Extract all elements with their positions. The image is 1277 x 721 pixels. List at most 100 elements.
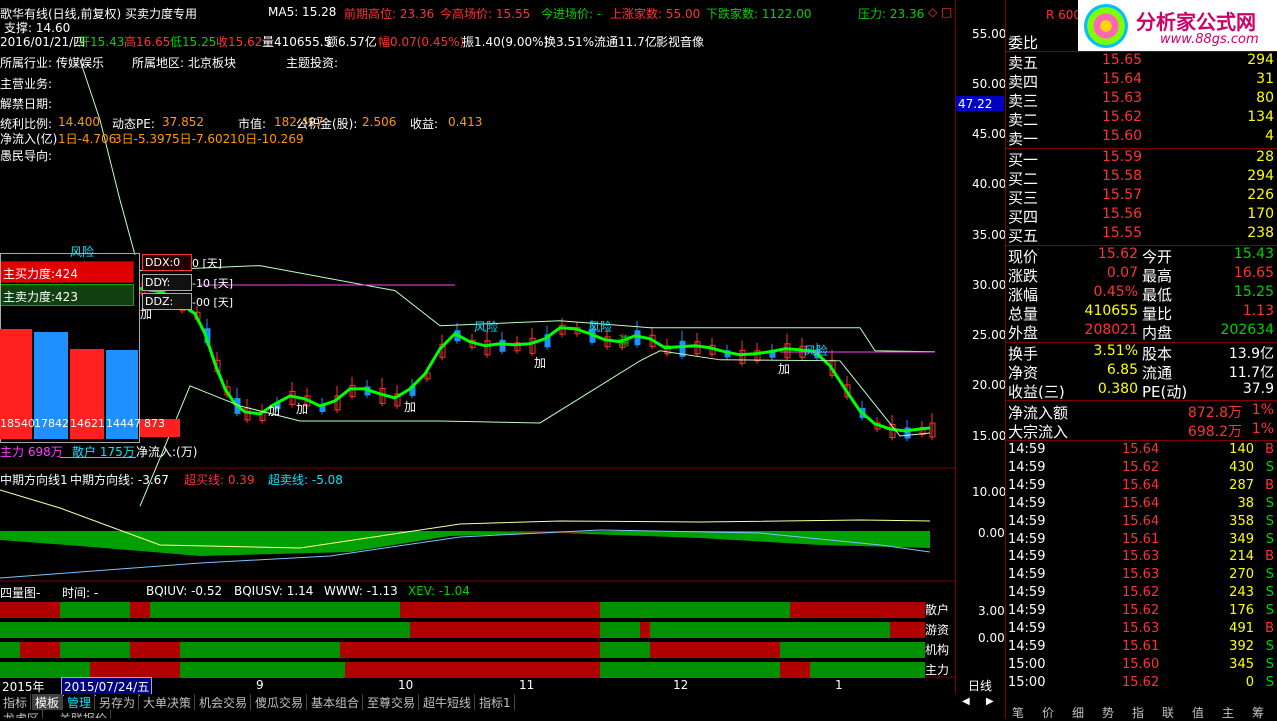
float-cap-value: 流通11.7亿 — [594, 35, 657, 49]
mid-axis-label: 10.00 — [972, 485, 1007, 499]
bottom-tab2-1[interactable]: 关联报价 — [56, 710, 112, 718]
tick-row: 14:59 15.63 491 B — [1006, 621, 1277, 639]
quote-tab-6[interactable]: 值 — [1192, 704, 1204, 721]
book-volume: 134 — [1247, 109, 1274, 125]
quote-tab-4[interactable]: 指 — [1132, 704, 1144, 721]
book-label: 卖五 — [1008, 54, 1039, 72]
book-row[interactable]: 卖二 15.62 134 — [1006, 109, 1277, 129]
tick-row: 14:59 15.63 270 S — [1006, 567, 1277, 585]
industry-value: 传媒娱乐 — [56, 56, 105, 70]
book-row[interactable]: 卖三 15.63 80 — [1006, 90, 1277, 110]
bottom-label-3: BQIUV: -0.52 — [146, 584, 223, 598]
quote-tab-1[interactable]: 价 — [1042, 704, 1054, 721]
axis-label: 50.00 — [972, 77, 1007, 91]
reserve-value: 2.506 — [362, 115, 397, 129]
bottom-tab-7[interactable]: 基本组合 — [308, 694, 364, 710]
book-row[interactable]: 卖五 15.65 294 — [1006, 52, 1277, 72]
tick-direction: S — [1265, 656, 1274, 672]
risk-mark: 风险 — [588, 320, 613, 334]
book-volume: 226 — [1247, 187, 1274, 203]
tick-volume: 430 — [1229, 459, 1254, 475]
quote-tab-3[interactable]: 势 — [1102, 704, 1114, 721]
bottom-tab-8[interactable]: 至尊交易 — [364, 694, 420, 710]
book-price: 15.65 — [1102, 52, 1143, 68]
bottom-tab-4[interactable]: 大单决策 — [140, 694, 196, 710]
divider — [1006, 400, 1277, 401]
tick-row: 14:59 15.63 214 B — [1006, 549, 1277, 567]
tick-volume: 243 — [1229, 585, 1254, 601]
quote-tab-7[interactable]: 主 — [1222, 704, 1234, 721]
watermark-url: www.88gs.com — [1160, 32, 1259, 47]
book-price: 15.64 — [1102, 71, 1143, 87]
stat-label: 最低 — [1142, 286, 1173, 304]
quote-tab-2[interactable]: 细 — [1072, 704, 1084, 721]
ddx-box: DDX:0 — [142, 254, 192, 271]
book-volume: 4 — [1265, 128, 1274, 144]
book-row[interactable]: 买一 15.59 28 — [1006, 149, 1277, 169]
strip-segment — [60, 602, 130, 618]
bottom-tab-10[interactable]: 指标1 — [476, 694, 515, 710]
tick-price: 15.61 — [1122, 531, 1160, 547]
quote-tab-5[interactable]: 联 — [1162, 704, 1174, 721]
bottom-tab-2[interactable]: 管理 — [64, 694, 96, 710]
year-label: 2015年 — [2, 680, 45, 694]
pressure-value: 压力: 23.36 — [858, 7, 925, 21]
stat-label: 最高 — [1142, 267, 1173, 285]
book-label: 买二 — [1008, 170, 1039, 188]
netflow-1d: 1日-4.706 — [58, 132, 117, 146]
book-volume: 170 — [1247, 206, 1274, 222]
book-row[interactable]: 买二 15.58 294 — [1006, 168, 1277, 188]
business-label: 主营业务: — [0, 77, 53, 91]
tick-volume: 358 — [1229, 513, 1254, 529]
tick-volume: 287 — [1229, 477, 1254, 493]
period-label[interactable]: 日线 — [968, 677, 992, 694]
bottom-tab2-0[interactable]: 龙虎区 — [0, 710, 44, 718]
bar-value-3: 14621 — [70, 417, 105, 430]
bottom-tab-9[interactable]: 超牛短线 — [420, 694, 476, 710]
tick-direction: S — [1265, 603, 1274, 619]
tick-volume: 176 — [1229, 603, 1254, 619]
strip-segment — [400, 642, 600, 658]
tick-price: 15.62 — [1122, 674, 1160, 690]
tick-time: 15:00 — [1008, 656, 1046, 672]
scroll-right-icon[interactable]: ▶ — [986, 696, 994, 707]
book-price: 15.55 — [1102, 225, 1143, 241]
book-row[interactable]: 买五 15.55 238 — [1006, 225, 1277, 245]
stat-row: 现价 15.62 今开 15.43 — [1006, 246, 1277, 266]
quote-tab-0[interactable]: 笔 — [1012, 704, 1024, 721]
strip-segment — [180, 642, 340, 658]
netflow-label: 净流入(亿) — [0, 132, 58, 146]
tick-time: 14:59 — [1008, 531, 1046, 547]
close-value: 收15.62 — [216, 35, 263, 49]
book-row[interactable]: 买三 15.57 226 — [1006, 187, 1277, 207]
flow-label: 大宗流入 — [1008, 423, 1069, 441]
tick-volume: 345 — [1229, 656, 1254, 672]
stat-label: 现价 — [1008, 248, 1039, 266]
book-row[interactable]: 卖一 15.60 4 — [1006, 128, 1277, 148]
book-volume: 28 — [1256, 149, 1274, 165]
book-label: 卖二 — [1008, 111, 1039, 129]
bottom-tab-1[interactable]: 模板 — [32, 694, 64, 710]
flower-logo-icon — [1084, 4, 1128, 48]
marker-icons[interactable]: ◇ □ — [928, 5, 952, 19]
stat-label: 外盘 — [1008, 324, 1039, 342]
bottom-tab-5[interactable]: 机会交易 — [196, 694, 252, 710]
tick-time: 14:59 — [1008, 638, 1046, 654]
add-mark: 加 — [140, 307, 153, 321]
kline-date: 2016/01/21/四 — [0, 35, 86, 49]
bottom-tab-6[interactable]: 傻瓜交易 — [252, 694, 308, 710]
axis-label: 25.00 — [972, 328, 1007, 342]
bottom-label-1: 四量图- — [0, 586, 41, 600]
amount-value: 额6.57亿 — [326, 35, 377, 49]
book-row[interactable]: 买四 15.56 170 — [1006, 206, 1277, 226]
stat-label: 换手 — [1008, 345, 1039, 363]
chart-area[interactable]: 歌华有线(日线,前复权) 买卖力度专用 MA5: 15.28 前期高位: 23.… — [0, 0, 955, 696]
strip-segment — [345, 662, 600, 678]
bottom-tab-0[interactable]: 指标 — [0, 694, 32, 710]
tick-price: 15.63 — [1122, 549, 1160, 565]
scroll-left-icon[interactable]: ◀ — [962, 696, 970, 707]
book-row[interactable]: 卖四 15.64 31 — [1006, 71, 1277, 91]
quote-tab-8[interactable]: 筹 — [1252, 704, 1264, 721]
bottom-tab-3[interactable]: 另存为 — [96, 694, 140, 710]
price-axis[interactable]: 55.00 50.00 47.22 45.00 40.00 35.00 30.0… — [955, 0, 1007, 707]
